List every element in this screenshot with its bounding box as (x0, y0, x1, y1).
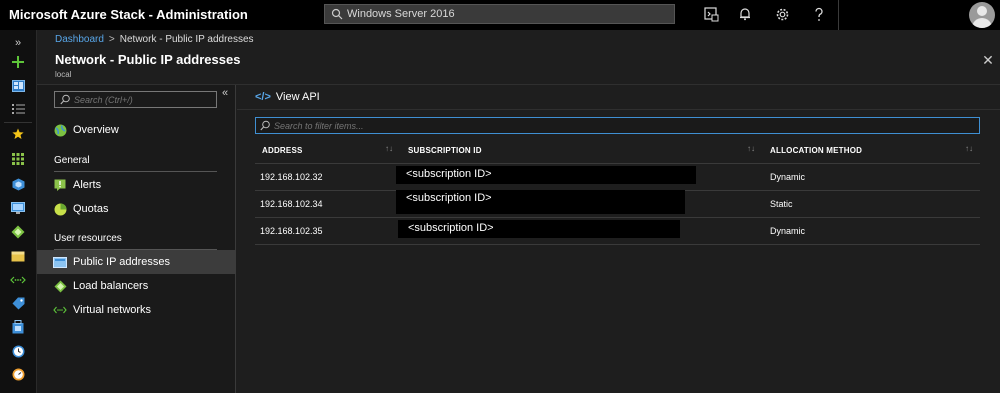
virtual-networks-icon[interactable] (9, 271, 27, 289)
expand-icon[interactable]: » (9, 34, 27, 52)
overview-globe-icon (53, 123, 67, 137)
app-title[interactable]: Microsoft Azure Stack - Administration (9, 7, 248, 22)
cell-subscription-id: <subscription ID> (398, 220, 680, 238)
search-icon (331, 8, 343, 20)
menu-item-label: Overview (73, 124, 119, 136)
dashboard-icon[interactable] (9, 77, 27, 95)
menu-item-label: Public IP addresses (73, 256, 171, 268)
user-avatar[interactable] (969, 2, 995, 28)
global-search[interactable] (324, 4, 675, 24)
table-header: ADDRESS ↑↓ SUBSCRIPTION ID ↑↓ ALLOCATION… (255, 139, 980, 164)
virtual-networks-icon (53, 303, 67, 317)
toolbar-divider (237, 109, 1000, 110)
all-services-icon[interactable] (9, 100, 27, 118)
menu-item-virtual-networks[interactable]: Virtual networks (37, 298, 236, 322)
help-question-icon[interactable] (810, 5, 828, 23)
global-search-input[interactable] (347, 6, 667, 22)
breadcrumb-separator: > (108, 34, 115, 45)
page-subtitle: local (55, 70, 72, 79)
section-divider (54, 171, 217, 172)
table-row[interactable]: 192.168.102.34 <subscription ID> Static (255, 190, 980, 218)
column-header-allocation-method[interactable]: ALLOCATION METHOD (770, 146, 862, 155)
storage-icon[interactable] (9, 247, 27, 265)
public-ip-icon (53, 255, 67, 269)
sort-icon[interactable]: ↑↓ (747, 144, 755, 153)
menu-item-quotas[interactable]: Quotas (37, 197, 236, 221)
load-balancer-icon (53, 279, 67, 293)
alerts-icon (53, 178, 67, 192)
column-header-address[interactable]: ADDRESS (262, 146, 303, 155)
section-user-resources: User resources (54, 233, 122, 244)
filter-search[interactable] (255, 117, 980, 134)
search-icon (260, 120, 270, 131)
menu-search[interactable] (54, 91, 217, 108)
view-api-button[interactable]: </> View API (255, 91, 320, 103)
cloud-shell-icon[interactable] (702, 5, 720, 23)
network-icon[interactable] (9, 223, 27, 241)
menu-item-label: Alerts (73, 179, 102, 191)
table-row[interactable]: 192.168.102.35 <subscription ID> Dynamic (255, 218, 980, 245)
cell-address: 192.168.102.35 (260, 226, 323, 236)
filter-input[interactable] (274, 119, 964, 132)
monitor-gauge-icon[interactable] (9, 365, 27, 383)
menu-item-alerts[interactable]: Alerts (37, 173, 236, 197)
menu-search-input[interactable] (74, 93, 214, 106)
virtual-machines-icon[interactable] (9, 199, 27, 217)
menu-item-load-balancers[interactable]: Load balancers (37, 274, 236, 298)
breadcrumb-current: Network - Public IP addresses (119, 34, 254, 45)
menu-item-label: Virtual networks (73, 304, 152, 316)
create-plus-icon[interactable] (9, 53, 27, 71)
breadcrumb: Dashboard > Network - Public IP addresses (55, 34, 254, 45)
cell-allocation-method: Dynamic (770, 172, 806, 182)
keyvault-icon[interactable] (9, 318, 27, 336)
menu-item-label: Quotas (73, 203, 109, 215)
top-bar: Microsoft Azure Stack - Administration (0, 0, 1000, 30)
table-row[interactable]: 192.168.102.32 <subscription ID> Dynamic (255, 164, 980, 191)
menu-item-overview[interactable]: Overview (37, 118, 236, 142)
cell-address: 192.168.102.34 (260, 199, 323, 209)
cell-allocation-method: Static (770, 199, 793, 209)
menu-item-public-ip-addresses[interactable]: Public IP addresses (37, 250, 236, 274)
sort-icon[interactable]: ↑↓ (965, 144, 973, 153)
cell-subscription-id: <subscription ID> (396, 190, 685, 214)
left-nav-rail: » (0, 30, 37, 393)
quotas-icon (53, 202, 67, 216)
tags-icon[interactable] (9, 294, 27, 312)
breadcrumb-dashboard-link[interactable]: Dashboard (55, 34, 104, 45)
cell-allocation-method: Dynamic (770, 226, 806, 236)
marketplace-grid-icon[interactable] (9, 150, 27, 168)
public-ip-table: ADDRESS ↑↓ SUBSCRIPTION ID ↑↓ ALLOCATION… (255, 139, 980, 245)
rail-divider (4, 122, 32, 123)
sort-icon[interactable]: ↑↓ (385, 144, 393, 153)
collapse-menu-icon[interactable]: « (222, 87, 228, 99)
resource-menu: « Overview General Alerts Quotas User re… (37, 85, 236, 393)
recent-clock-icon[interactable] (9, 342, 27, 360)
code-icon: </> (255, 91, 271, 103)
cell-subscription-id: <subscription ID> (396, 166, 696, 184)
settings-gear-icon[interactable] (773, 5, 791, 23)
search-icon (60, 94, 70, 105)
notifications-bell-icon[interactable] (736, 5, 754, 23)
view-api-label: View API (275, 91, 320, 103)
topbar-divider (838, 0, 839, 30)
favorites-star-icon[interactable] (9, 125, 27, 143)
cell-address: 192.168.102.32 (260, 172, 323, 182)
column-header-subscription-id[interactable]: SUBSCRIPTION ID (408, 146, 482, 155)
section-general: General (54, 155, 90, 166)
page-title: Network - Public IP addresses (55, 52, 241, 67)
close-icon[interactable]: ✕ (981, 53, 995, 67)
menu-item-label: Load balancers (73, 280, 149, 292)
resource-groups-icon[interactable] (9, 175, 27, 193)
